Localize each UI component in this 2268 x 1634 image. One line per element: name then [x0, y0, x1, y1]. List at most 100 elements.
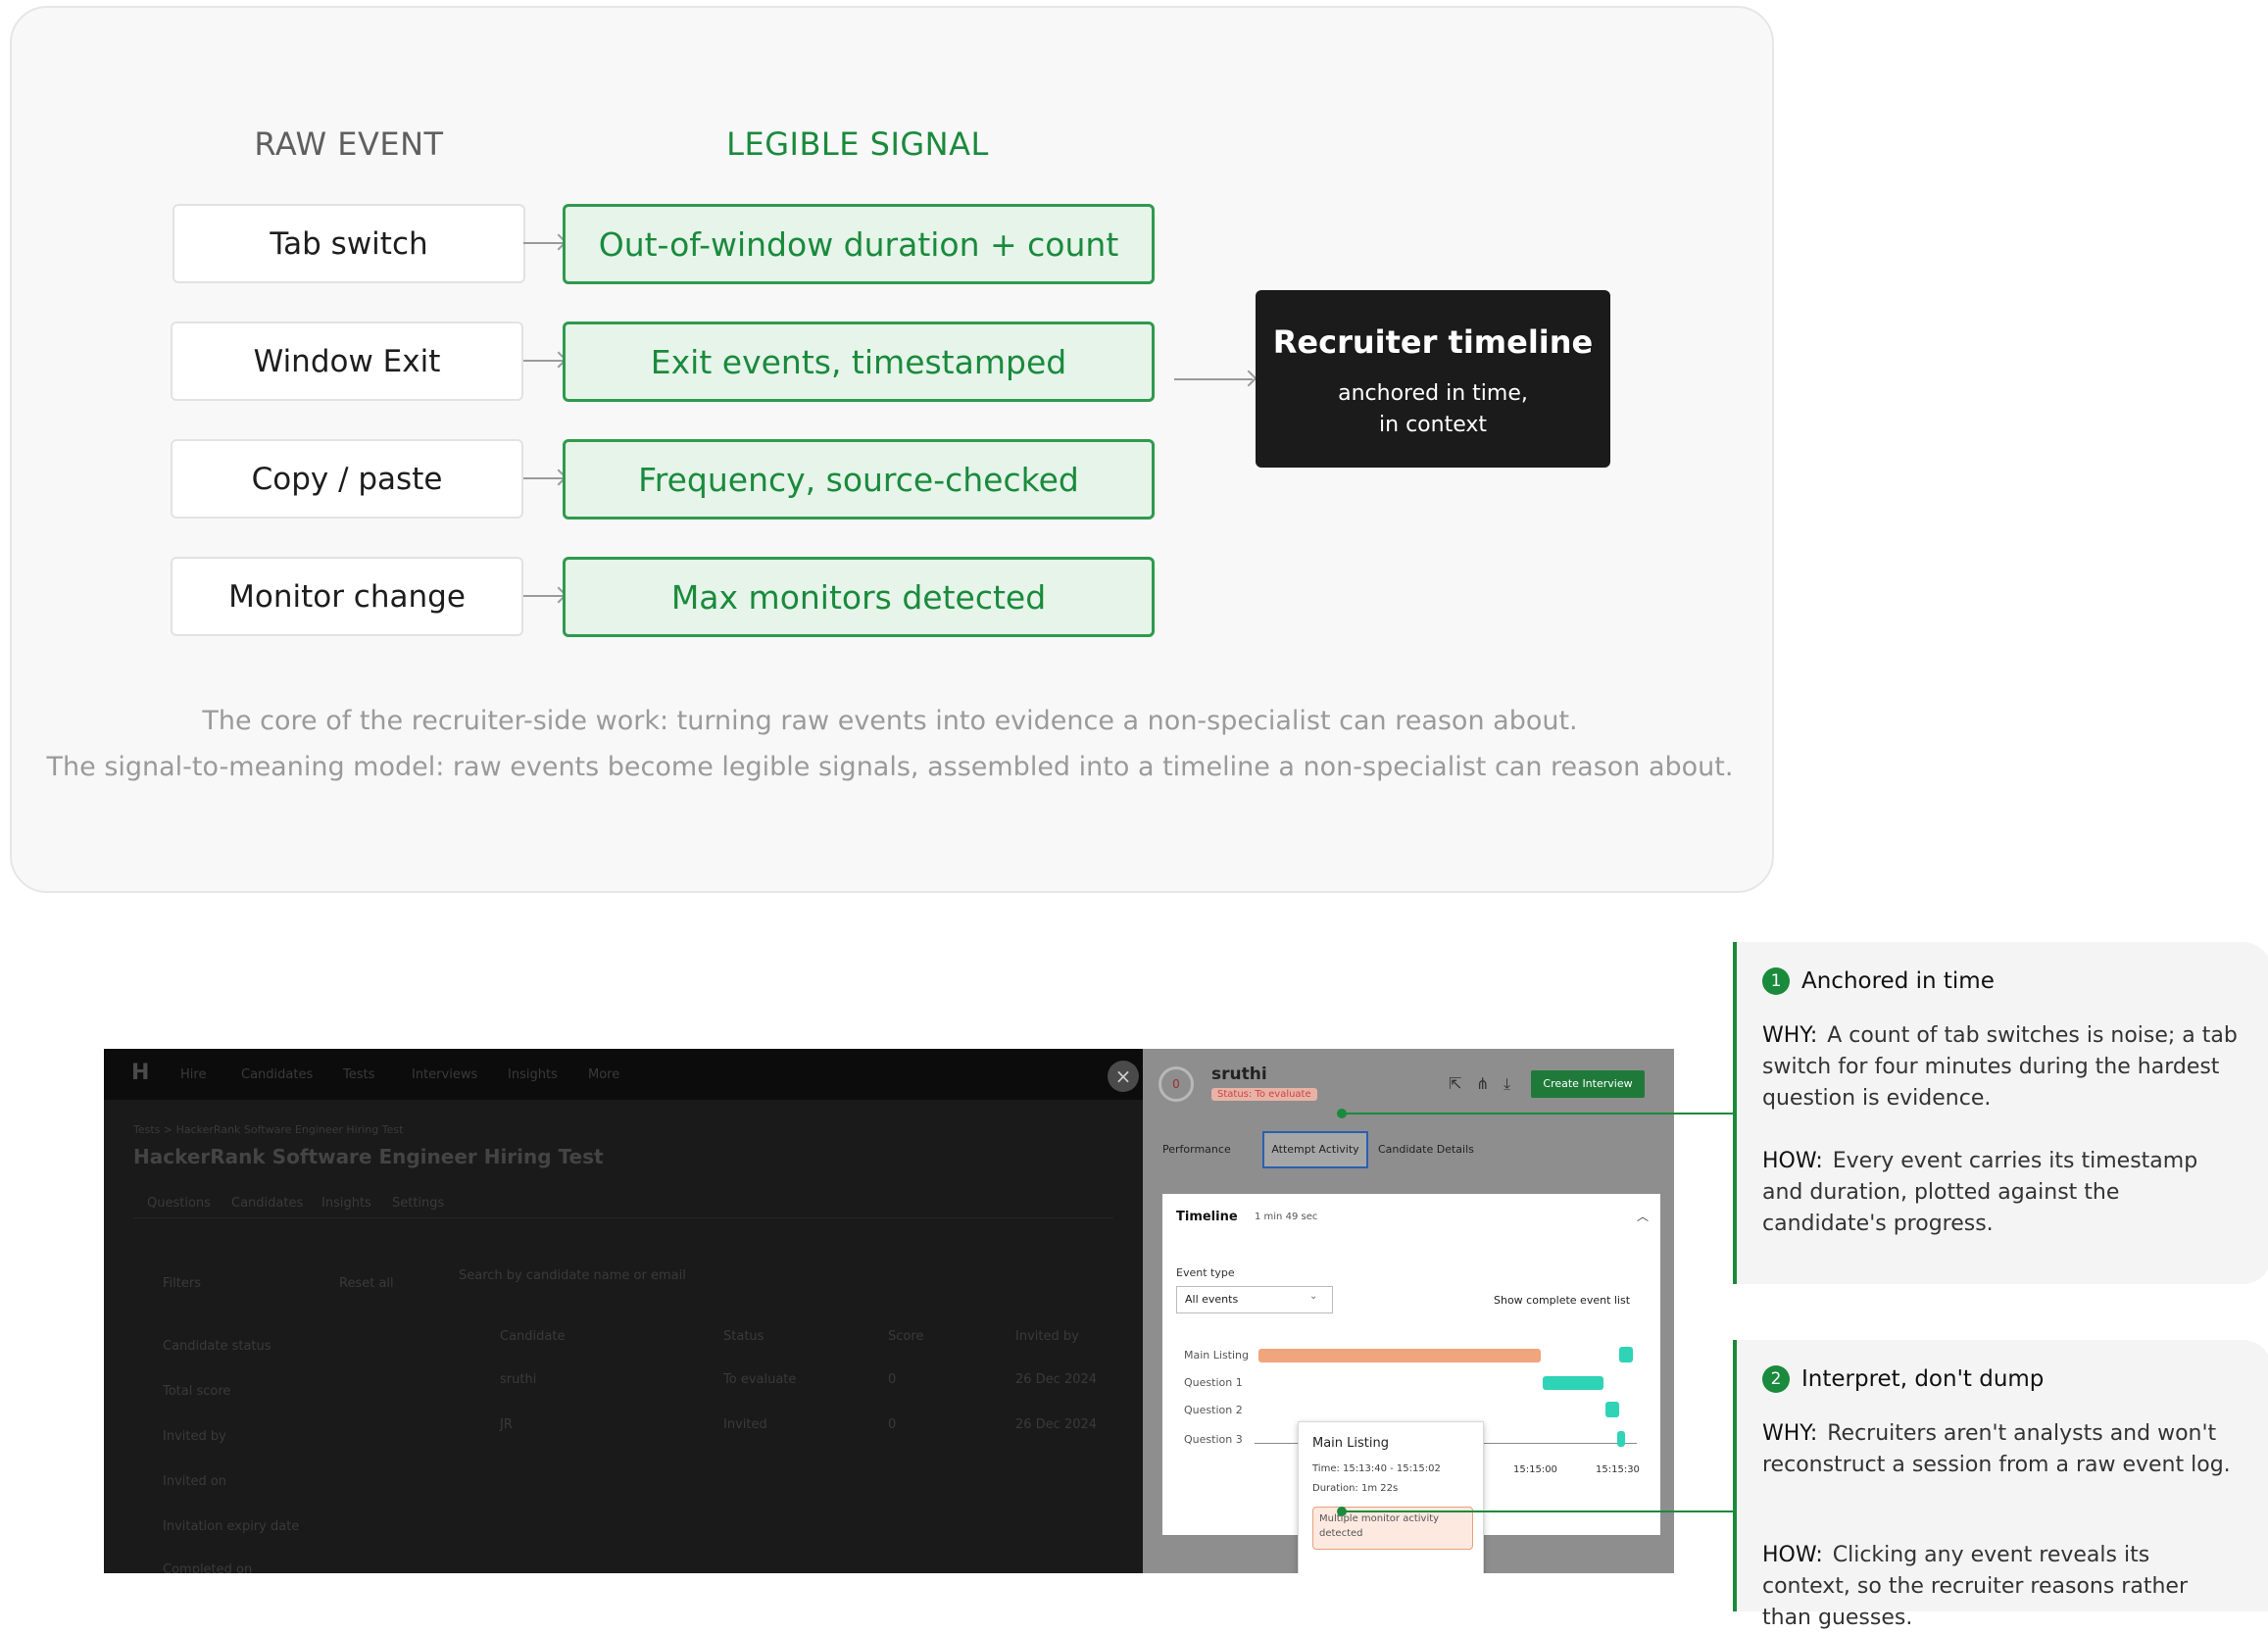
connector-line — [1342, 1113, 1735, 1114]
candidate-search-input[interactable]: Search by candidate name or email — [459, 1268, 686, 1283]
number-badge: 2 — [1762, 1365, 1790, 1393]
event-bar[interactable] — [1605, 1402, 1619, 1417]
table-cell: 0 — [888, 1417, 897, 1432]
timeline-title: Timeline — [1176, 1210, 1238, 1224]
annotation-how: HOW: Every event carries its timestamp an… — [1762, 1146, 2243, 1240]
candidate-name: sruthi — [1211, 1065, 1267, 1084]
table-cell: Invited — [723, 1417, 767, 1432]
raw-event-header: RAW EVENT — [254, 125, 444, 163]
share-icon[interactable]: ⋔ — [1476, 1074, 1489, 1093]
table-cell[interactable]: JR — [500, 1417, 513, 1432]
status-badge[interactable]: Status: To evaluate — [1211, 1088, 1317, 1101]
column-header[interactable]: Candidate — [500, 1329, 565, 1344]
annotation-title: 1 Anchored in time — [1762, 967, 1995, 995]
tooltip-title: Main Listing — [1312, 1436, 1389, 1451]
tooltip-time: Time: 15:13:40 - 15:15:02 — [1312, 1463, 1441, 1474]
timeline-row-label: Question 1 — [1184, 1376, 1243, 1389]
signal-out-of-window: Out-of-window duration + count — [563, 204, 1155, 284]
column-header[interactable]: Score — [888, 1329, 923, 1344]
tab-candidate-details[interactable]: Candidate Details — [1378, 1143, 1474, 1156]
table-cell: 26 Dec 2024 — [1015, 1372, 1098, 1387]
connector-line — [1342, 1510, 1735, 1512]
subtitle-line: anchored in time, — [1338, 381, 1528, 406]
recruiter-timeline-box: Recruiter timeline anchored in time, in … — [1256, 290, 1610, 468]
how-label: HOW: — [1762, 1149, 1823, 1173]
create-interview-button[interactable]: Create Interview — [1531, 1070, 1645, 1098]
filter-item[interactable]: Total score — [163, 1384, 230, 1399]
raw-event-copy-paste: Copy / paste — [171, 439, 523, 519]
subtitle-line: in context — [1379, 413, 1487, 437]
event-bar-main-listing[interactable] — [1258, 1349, 1541, 1362]
nav-item[interactable]: Hire — [180, 1067, 206, 1082]
score-ring: 0 — [1159, 1066, 1194, 1102]
arrow — [523, 595, 563, 597]
why-text: A count of tab switches is noise; a tab … — [1762, 1023, 2238, 1111]
table-cell: 0 — [888, 1372, 897, 1387]
signal-exit-events: Exit events, timestamped — [563, 322, 1155, 402]
tab-settings[interactable]: Settings — [392, 1196, 444, 1211]
tab-candidates[interactable]: Candidates — [231, 1196, 303, 1211]
event-bar[interactable] — [1619, 1347, 1633, 1362]
column-header[interactable]: Status — [723, 1329, 764, 1344]
arrow — [523, 477, 563, 479]
breadcrumb[interactable]: Tests > HackerRank Software Engineer Hir… — [133, 1123, 403, 1136]
nav-item[interactable]: More — [588, 1067, 619, 1082]
tab-attempt-activity[interactable]: Attempt Activity — [1262, 1131, 1368, 1168]
nav-item[interactable]: Candidates — [241, 1067, 313, 1082]
event-bar[interactable] — [1617, 1431, 1625, 1447]
why-label: WHY: — [1762, 1421, 1818, 1446]
app-logo: H — [131, 1061, 150, 1085]
page-title: HackerRank Software Engineer Hiring Test — [133, 1145, 604, 1168]
reset-all-link[interactable]: Reset all — [339, 1276, 394, 1291]
arrow — [523, 242, 563, 244]
arrow-to-timeline — [1174, 378, 1253, 380]
chevron-down-icon: ⌄ — [1309, 1291, 1318, 1302]
dimmed-candidates-page: H Hire Candidates Tests Interviews Insig… — [104, 1049, 1143, 1573]
timeline-row-label: Main Listing — [1184, 1349, 1249, 1362]
caption-core: The core of the recruiter-side work: tur… — [202, 706, 1578, 736]
tooltip-duration: Duration: 1m 22s — [1312, 1483, 1399, 1494]
timeline-row-label: Question 3 — [1184, 1433, 1243, 1446]
open-external-icon[interactable]: ⇱ — [1449, 1074, 1461, 1093]
connector-dot — [1337, 1109, 1347, 1118]
number-badge: 1 — [1762, 967, 1790, 995]
annotation-title: 2 Interpret, don't dump — [1762, 1365, 2044, 1393]
raw-event-window-exit: Window Exit — [171, 322, 523, 401]
annotation-title-text: Anchored in time — [1801, 968, 1995, 994]
how-label: HOW: — [1762, 1543, 1823, 1567]
tab-questions[interactable]: Questions — [147, 1196, 211, 1211]
filter-item[interactable]: Candidate status — [163, 1339, 271, 1354]
close-icon[interactable]: × — [1108, 1061, 1139, 1092]
annotation-anchored-in-time: 1 Anchored in time WHY: A count of tab sw… — [1733, 942, 2268, 1284]
annotation-interpret-dont-dump: 2 Interpret, don't dump WHY: Recruiters a… — [1733, 1340, 2268, 1630]
timeline-row-label: Question 2 — [1184, 1404, 1243, 1416]
axis-tick-label: 15:15:30 — [1596, 1464, 1640, 1475]
tab-divider — [133, 1217, 1113, 1218]
signal-frequency: Frequency, source-checked — [563, 439, 1155, 520]
download-icon[interactable]: ⤓ — [1504, 1074, 1510, 1094]
filter-item[interactable]: Invited by — [163, 1429, 226, 1444]
filters-label: Filters — [163, 1276, 201, 1291]
filter-item[interactable]: Invitation expiry date — [163, 1519, 299, 1534]
raw-event-monitor-change: Monitor change — [171, 557, 523, 636]
table-cell[interactable]: sruthi — [500, 1372, 536, 1387]
caption-model: The signal-to-meaning model: raw events … — [46, 752, 1734, 782]
column-header[interactable]: Invited by — [1015, 1329, 1079, 1344]
show-complete-event-list-link[interactable]: Show complete event list — [1494, 1294, 1630, 1307]
connector-dot — [1337, 1507, 1347, 1516]
nav-item[interactable]: Tests — [343, 1067, 374, 1082]
event-bar[interactable] — [1543, 1376, 1603, 1390]
filter-item[interactable]: Invited on — [163, 1474, 226, 1489]
why-label: WHY: — [1762, 1023, 1818, 1048]
why-text: Recruiters aren't analysts and won't rec… — [1762, 1421, 2231, 1477]
annotation-why: WHY: Recruiters aren't analysts and won't… — [1762, 1418, 2243, 1481]
nav-item[interactable]: Interviews — [412, 1067, 477, 1082]
product-screenshot: H Hire Candidates Tests Interviews Insig… — [104, 1049, 1674, 1573]
tab-performance[interactable]: Performance — [1162, 1143, 1231, 1156]
chevron-up-icon[interactable]: ︿ — [1637, 1208, 1649, 1224]
tab-insights[interactable]: Insights — [321, 1196, 371, 1211]
nav-item[interactable]: Insights — [508, 1067, 558, 1082]
how-text: Clicking any event reveals its context, … — [1762, 1543, 2188, 1630]
filter-item[interactable]: Completed on — [163, 1562, 252, 1573]
arrow — [523, 360, 563, 362]
